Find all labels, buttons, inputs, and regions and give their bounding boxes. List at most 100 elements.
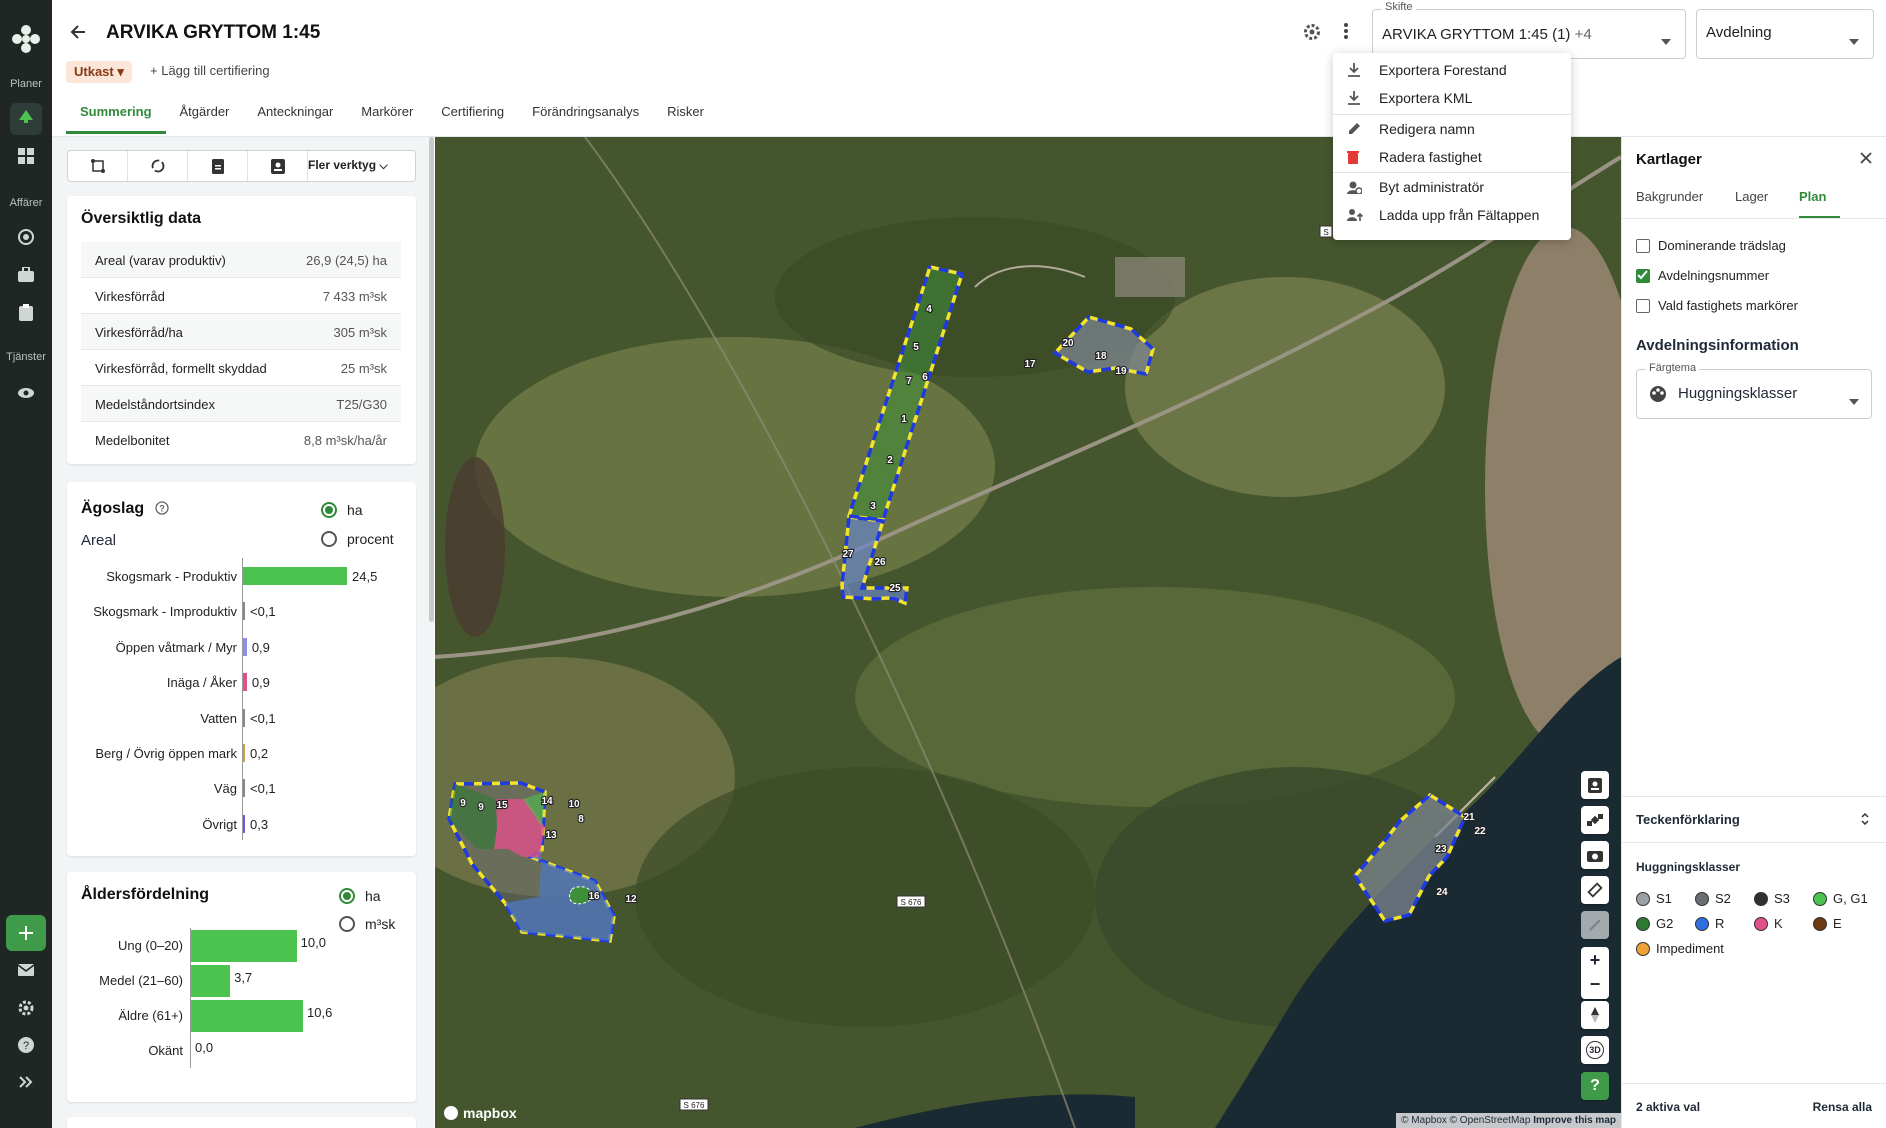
menu-upload-field-app[interactable]: Ladda upp från Fältappen [1333,201,1571,229]
stand-label-19[interactable]: 19 [1114,365,1128,378]
stand-label-3[interactable]: 3 [869,500,877,513]
camera-icon[interactable] [1581,841,1609,869]
refresh-icon[interactable] [128,151,188,181]
compass-icon[interactable] [1581,1001,1609,1029]
tab-anteckningar[interactable]: Anteckningar [243,102,347,134]
bar-row: Vatten <0,1 [67,708,407,727]
more-options-icon[interactable] [1343,22,1349,43]
collapse-icon[interactable] [1860,812,1870,828]
tab-bakgrunder[interactable]: Bakgrunder [1636,189,1703,204]
map-canvas[interactable]: 4 5 6 7 1 2 3 27 26 25 20 18 17 19 9 9 1… [435,137,1621,1128]
dashboard-icon[interactable] [10,140,42,172]
improve-map-link[interactable]: Improve this map [1533,1115,1616,1126]
overview-row: Virkesförråd 7 433 m³sk [81,278,401,314]
zoom-out-icon[interactable]: − [1590,973,1601,999]
bar [243,744,245,762]
tabs-divider [1622,218,1886,219]
stand-label-10[interactable]: 10 [567,798,581,811]
tab-forandringsanalys[interactable]: Förändringsanalys [518,102,653,134]
tree-icon[interactable] [10,103,42,135]
polygon-tool-icon[interactable] [68,151,128,181]
stand-label-2[interactable]: 2 [886,454,894,467]
target-icon[interactable] [10,221,42,253]
close-icon[interactable] [1860,151,1872,167]
legend-swatch [1695,917,1709,931]
bar [191,965,231,997]
stand-label-14[interactable]: 14 [540,795,554,808]
mail-icon[interactable] [10,954,42,986]
gear-settings-icon[interactable] [1303,23,1321,44]
clipboard-icon[interactable] [10,296,42,328]
settings-icon[interactable] [10,992,42,1024]
rail-category-planer: Planer [10,78,42,90]
app-logo-icon[interactable] [11,24,41,57]
stand-label-23[interactable]: 23 [1434,843,1448,856]
stand-label-11[interactable]: 9 [459,797,467,810]
contact-card-icon[interactable] [248,151,308,181]
stand-label-16[interactable]: 16 [587,890,601,903]
stand-label-8[interactable]: 8 [577,813,585,826]
back-arrow-icon[interactable] [70,24,86,43]
stand-label-13[interactable]: 13 [544,829,558,842]
add-certification-button[interactable]: + Lägg till certifiering [150,63,270,78]
bar-value: 0,2 [250,746,269,761]
satellite-icon[interactable] [1581,806,1609,834]
tab-risker[interactable]: Risker [653,102,718,134]
stand-label-25[interactable]: 25 [888,582,902,595]
stand-label-6[interactable]: 6 [921,371,929,384]
stand-label-27[interactable]: 27 [841,548,855,561]
3d-toggle-icon[interactable]: 3D [1581,1036,1609,1064]
stand-label-24[interactable]: 24 [1435,886,1449,899]
menu-delete-property[interactable]: Radera fastighet [1333,143,1571,171]
menu-export-forestand[interactable]: Exportera Forestand [1333,56,1571,84]
checkbox-vald-fastighets-markorer[interactable]: Vald fastighets markörer [1636,298,1798,313]
stand-label-15[interactable]: 15 [495,799,509,812]
menu-change-admin[interactable]: Byt administratör [1333,173,1571,201]
stand-label-26[interactable]: 26 [873,556,887,569]
tab-markorer[interactable]: Markörer [347,102,427,134]
document-icon[interactable] [188,151,248,181]
stand-label-9[interactable]: 9 [477,801,485,814]
stand-label-17[interactable]: 17 [1023,358,1037,371]
disabled-tool-icon[interactable] [1581,911,1609,939]
eye-icon[interactable] [10,377,42,409]
contact-icon[interactable] [1581,771,1609,799]
skifte-select[interactable]: Skifte ARVIKA GRYTTOM 1:45 (1) +4 [1372,1,1686,59]
briefcase-icon[interactable] [10,258,42,290]
help-icon[interactable]: ? [10,1029,42,1061]
tab-plan[interactable]: Plan [1799,189,1841,219]
radio-ha[interactable]: ha [339,888,381,904]
tab-certifiering[interactable]: Certifiering [427,102,518,134]
stand-label-5[interactable]: 5 [912,341,920,354]
download-icon [1347,63,1361,80]
expand-icon[interactable] [10,1066,42,1098]
stand-label-1[interactable]: 1 [900,413,908,426]
clear-all-button[interactable]: Rensa alla [1813,1100,1872,1114]
status-dropdown[interactable]: Utkast ▾ [66,61,132,83]
tab-atgarder[interactable]: Åtgärder [166,102,244,134]
zoom-in-icon[interactable]: + [1590,947,1601,973]
help-button[interactable]: ? [1581,1072,1609,1100]
stand-label-22[interactable]: 22 [1473,825,1487,838]
legend-swatch [1754,917,1768,931]
menu-export-kml[interactable]: Exportera KML [1333,84,1571,112]
add-icon[interactable] [6,915,46,951]
checkbox-avdelningsnummer[interactable]: Avdelningsnummer [1636,268,1769,283]
stand-label-18[interactable]: 18 [1094,350,1108,363]
panel-scrollbar[interactable] [429,137,434,622]
tab-lager[interactable]: Lager [1735,189,1768,204]
radio-procent[interactable]: procent [321,531,394,547]
stand-label-20[interactable]: 20 [1061,337,1075,350]
stand-label-12[interactable]: 12 [624,893,638,906]
checkbox-dominerande-tradslag[interactable]: Dominerande trädslag [1636,238,1786,253]
stand-label-21[interactable]: 21 [1462,811,1476,824]
menu-rename[interactable]: Redigera namn [1333,115,1571,143]
stand-label-7[interactable]: 7 [905,375,913,388]
tab-summering[interactable]: Summering [66,102,166,134]
stand-label-4[interactable]: 4 [925,303,933,316]
ruler-icon[interactable] [1581,876,1609,904]
radio-ha[interactable]: ha [321,502,363,518]
fargtema-select[interactable]: Färgtema Huggningsklasser [1636,362,1872,419]
avdelning-select[interactable]: Avdelning [1696,9,1874,59]
more-tools-button[interactable]: Fler verktyg ⌵ [308,158,388,173]
